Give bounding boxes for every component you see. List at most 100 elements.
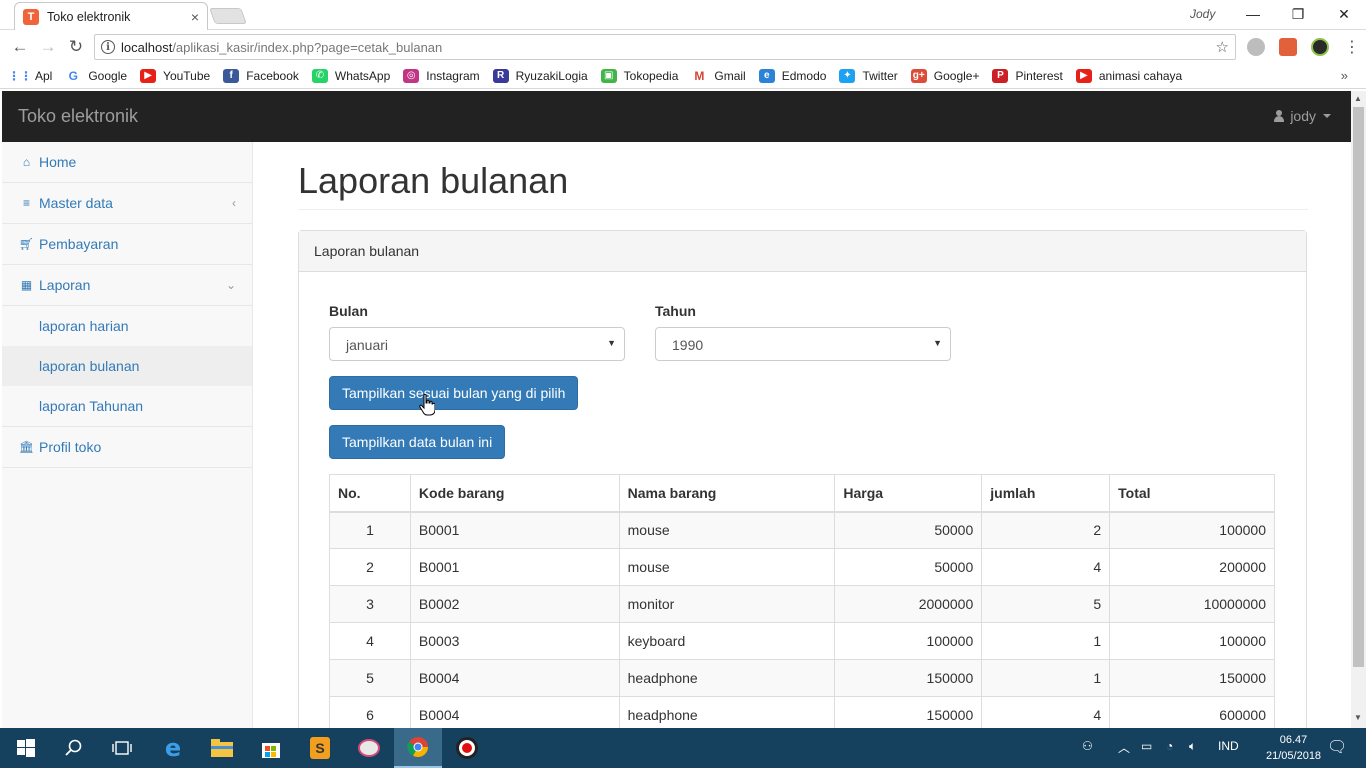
minimize-button[interactable]: — bbox=[1238, 3, 1268, 25]
window-user-label[interactable]: Jody bbox=[1190, 7, 1215, 21]
table-icon: ▦ bbox=[20, 278, 33, 292]
user-dropdown[interactable]: jody bbox=[1274, 108, 1331, 124]
bookmark-ryuzakilogia[interactable]: R RyuzakiLogia bbox=[492, 68, 588, 83]
table-cell: 50000 bbox=[834, 548, 983, 586]
extension-cloud-icon[interactable] bbox=[1247, 38, 1265, 56]
notification-icon[interactable]: 🗨︎ bbox=[1327, 737, 1347, 757]
scroll-up-icon[interactable]: ▲ bbox=[1354, 94, 1362, 103]
column-header: jumlah bbox=[981, 474, 1111, 513]
brand-link[interactable]: Toko elektronik bbox=[18, 106, 138, 127]
sidebar-item-pembayaran[interactable]: 🛒︎ Pembayaran bbox=[2, 224, 252, 265]
people-icon[interactable]: ⚇ bbox=[1082, 739, 1093, 753]
extension-people-icon[interactable] bbox=[1279, 38, 1297, 56]
language-indicator[interactable]: IND bbox=[1218, 739, 1239, 753]
youtube-icon: ▶ bbox=[140, 68, 157, 83]
sidebar-item-laporan-bulanan[interactable]: laporan bulanan bbox=[2, 346, 252, 386]
chrome-taskbar-icon[interactable] bbox=[394, 728, 442, 768]
bookmarks-bar: ⋮⋮ Apl G Google ▶ YouTube f Facebook ✆ WhatsApp ◎ I… bbox=[0, 63, 1366, 89]
table-cell: 2 bbox=[329, 548, 411, 586]
file-explorer-icon[interactable] bbox=[198, 728, 246, 768]
table-cell: B0004 bbox=[409, 659, 620, 697]
sidebar-item-laporan-harian[interactable]: laporan harian bbox=[2, 306, 252, 346]
edge-icon[interactable]: e bbox=[149, 728, 197, 768]
bookmark-whatsapp[interactable]: ✆ WhatsApp bbox=[311, 68, 390, 83]
bookmark-star-icon[interactable]: ☆ bbox=[1216, 38, 1229, 56]
table-cell: B0001 bbox=[409, 548, 620, 586]
close-window-button[interactable]: ✕ bbox=[1329, 3, 1359, 25]
bookmark-apl[interactable]: ⋮⋮ Apl bbox=[8, 69, 52, 83]
bookmark-tokopedia[interactable]: ▣ Tokopedia bbox=[600, 68, 678, 83]
current-month-button[interactable]: Tampilkan data bulan ini bbox=[329, 425, 506, 459]
sublime-text-icon[interactable]: S bbox=[296, 728, 344, 768]
reload-icon[interactable]: ↻ bbox=[62, 33, 90, 61]
filter-month-button[interactable]: Tampilkan sesuai bulan yang di pilih bbox=[329, 376, 579, 410]
bookmark-youtube[interactable]: ▶ YouTube bbox=[140, 68, 210, 83]
bookmarks-overflow-icon[interactable]: » bbox=[1341, 68, 1348, 83]
battery-icon[interactable]: ▭ bbox=[1141, 739, 1152, 753]
tab-close-icon[interactable]: × bbox=[191, 9, 199, 25]
browser-tabstrip: T Toko elektronik × Jody — ❐ ✕ bbox=[0, 0, 1366, 30]
recorder-icon[interactable] bbox=[443, 728, 491, 768]
table-cell: B0002 bbox=[409, 585, 620, 623]
bookmark-google-[interactable]: g+ Google+ bbox=[910, 68, 979, 83]
back-arrow-icon[interactable]: ← bbox=[6, 33, 34, 61]
bookmark-google[interactable]: G Google bbox=[65, 69, 127, 83]
bookmark-facebook[interactable]: f Facebook bbox=[223, 68, 299, 83]
table-cell: 4 bbox=[329, 622, 411, 660]
extension-avatar-icon[interactable] bbox=[1311, 38, 1329, 56]
scroll-thumb[interactable] bbox=[1353, 107, 1364, 667]
chrome-menu-icon[interactable]: ⋮ bbox=[1344, 37, 1360, 57]
facebook-icon: f bbox=[223, 68, 240, 83]
app-navbar: Toko elektronik jody bbox=[2, 91, 1351, 142]
sidebar-item-master-data[interactable]: ≡ Master data ‹ bbox=[2, 183, 252, 224]
sidebar-item-home[interactable]: ⌂ Home bbox=[2, 142, 252, 183]
start-button[interactable] bbox=[2, 728, 50, 768]
windows-logo-icon bbox=[17, 739, 35, 757]
restore-button[interactable]: ❐ bbox=[1283, 3, 1313, 25]
sidebar-item-profil-toko[interactable]: 🏛︎ Profil toko bbox=[2, 427, 252, 468]
bookmark-gmail[interactable]: M Gmail bbox=[691, 69, 745, 83]
task-view-icon[interactable] bbox=[98, 728, 146, 768]
table-header-row: No. Kode barang Nama barang Harga jumlah Tota… bbox=[329, 474, 1275, 513]
table-cell: 4 bbox=[981, 548, 1111, 586]
bookmark-animasi-cahaya[interactable]: ▶ animasi cahaya bbox=[1075, 68, 1182, 83]
forward-arrow-icon[interactable]: → bbox=[34, 33, 62, 61]
url-path: /aplikasi_kasir/index.php?page=cetak_bul… bbox=[172, 39, 443, 55]
instagram-icon: ◎ bbox=[403, 68, 420, 83]
store-icon[interactable] bbox=[247, 728, 295, 768]
table-cell: 1 bbox=[981, 659, 1111, 697]
table-cell: 150000 bbox=[834, 659, 983, 697]
column-header: Total bbox=[1109, 474, 1275, 513]
url-input[interactable]: i localhost/aplikasi_kasir/index.php?pag… bbox=[94, 34, 1236, 60]
table-cell: mouse bbox=[618, 511, 836, 549]
clock[interactable]: 06.47 21/05/2018 bbox=[1266, 732, 1321, 764]
scroll-down-icon[interactable]: ▼ bbox=[1354, 713, 1362, 722]
tahun-select[interactable]: 1990 ▼ bbox=[655, 327, 951, 361]
bookmark-label: Pinterest bbox=[1015, 68, 1063, 83]
page-title: Laporan bulanan bbox=[298, 160, 569, 201]
wifi-icon[interactable]: ◔ bbox=[1166, 739, 1173, 753]
bulan-select[interactable]: januari ▼ bbox=[329, 327, 625, 361]
column-header: Nama barang bbox=[618, 474, 836, 513]
sidebar-item-laporan[interactable]: ▦ Laporan ⌄ bbox=[2, 265, 252, 306]
bookmark-twitter[interactable]: ✦ Twitter bbox=[839, 68, 898, 83]
browser-tab[interactable]: T Toko elektronik × bbox=[14, 2, 208, 30]
chevron-up-icon[interactable]: ︿ bbox=[1118, 739, 1130, 756]
paint-icon[interactable] bbox=[345, 728, 393, 768]
dropdown-arrow-icon: ▼ bbox=[607, 338, 616, 348]
table-cell: 100000 bbox=[1109, 622, 1275, 660]
bookmark-instagram[interactable]: ◎ Instagram bbox=[403, 68, 480, 83]
cart-icon: 🛒︎ bbox=[18, 237, 35, 251]
page-scrollbar[interactable]: ▲ ▼ bbox=[1351, 91, 1366, 728]
bookmark-pinterest[interactable]: P Pinterest bbox=[992, 68, 1063, 83]
chevron-left-icon: ‹ bbox=[232, 196, 236, 210]
search-icon[interactable] bbox=[50, 728, 98, 768]
table-row: 3 B0002 monitor 2000000 5 10000000 bbox=[329, 585, 1275, 623]
info-icon[interactable]: i bbox=[101, 40, 115, 54]
sidebar-item-laporan-tahunan[interactable]: laporan Tahunan bbox=[2, 386, 252, 426]
table-cell: 1 bbox=[981, 622, 1111, 660]
bookmark-edmodo[interactable]: e Edmodo bbox=[758, 68, 826, 83]
volume-icon[interactable]: 🔈︎ bbox=[1189, 739, 1196, 754]
table-cell: 100000 bbox=[834, 622, 983, 660]
new-tab-button[interactable] bbox=[209, 8, 247, 24]
